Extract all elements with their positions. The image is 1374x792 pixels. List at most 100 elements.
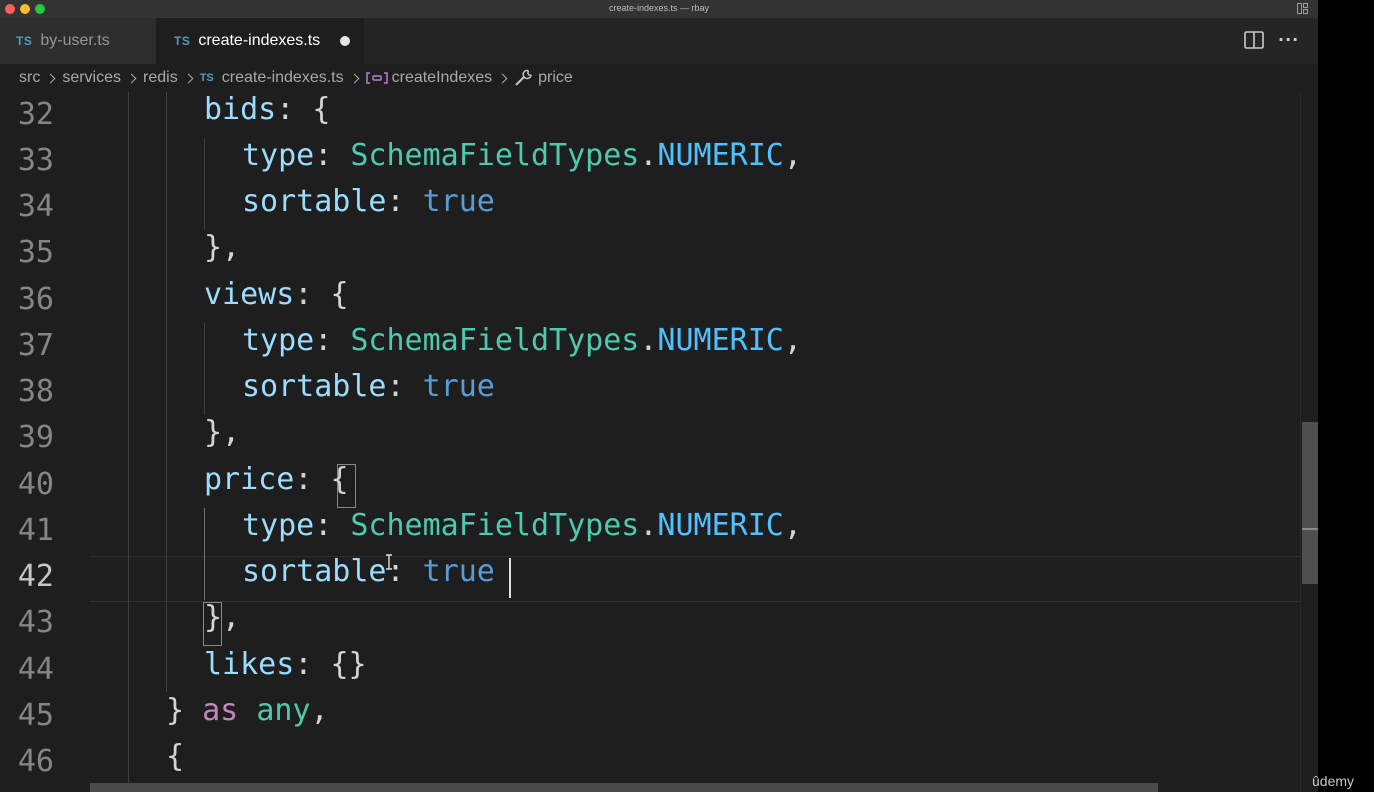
brace-token: } — [204, 600, 223, 635]
class-token: SchemaFieldTypes — [350, 138, 640, 173]
punctuation-token: : — [386, 369, 423, 404]
brace-token: { — [312, 92, 331, 127]
code-editor[interactable]: 32 33 34 35 36 37 38 39 40 41 42 43 44 4… — [0, 92, 1318, 792]
enum-member-token: NUMERIC — [657, 138, 784, 173]
code-line-36[interactable]: views: { — [204, 277, 349, 323]
property-token: likes — [204, 647, 295, 682]
code-line-33[interactable]: type: SchemaFieldTypes.NUMERIC, — [242, 138, 802, 184]
punctuation-token: : — [314, 508, 351, 543]
code-line-41[interactable]: type: SchemaFieldTypes.NUMERIC, — [242, 508, 802, 554]
chevron-right-icon — [350, 73, 360, 83]
code-line-43[interactable]: }, — [204, 600, 240, 646]
chevron-right-icon — [127, 73, 137, 83]
tab-bar: TS by-user.ts TS create-indexes.ts ··· — [0, 18, 1318, 64]
line-number: 41 — [17, 513, 54, 548]
watermark-logo: ûdemy — [1312, 773, 1355, 789]
line-number: 37 — [17, 328, 54, 363]
breadcrumb-item-services[interactable]: services — [62, 69, 121, 87]
breadcrumb-item-src[interactable]: src — [19, 69, 40, 87]
code-line-44[interactable]: likes: {} — [204, 647, 367, 693]
line-number-gutter: 32 33 34 35 36 37 38 39 40 41 42 43 44 4… — [0, 92, 90, 792]
line-number: 44 — [17, 652, 54, 687]
tab-by-user[interactable]: TS by-user.ts — [0, 18, 156, 64]
i-beam-cursor-icon — [386, 554, 392, 570]
punctuation-token: }, — [204, 415, 241, 450]
typescript-file-icon: TS — [199, 72, 214, 84]
code-line-34[interactable]: sortable: true — [242, 184, 495, 230]
property-token: bids — [204, 92, 277, 127]
line-number: 40 — [17, 467, 54, 502]
line-number: 43 — [17, 605, 54, 640]
typescript-file-icon: TS — [174, 34, 191, 48]
code-line-38[interactable]: sortable: true — [242, 369, 495, 415]
punctuation-token: . — [639, 508, 658, 543]
punctuation-token: . — [639, 138, 658, 173]
type-token: any — [256, 693, 311, 728]
punctuation-token: }, — [204, 230, 241, 265]
boolean-token: true — [422, 369, 495, 404]
breadcrumb-item-symbol[interactable]: createIndexes — [392, 69, 493, 87]
line-number: 46 — [17, 744, 54, 779]
unsaved-changes-dot-icon[interactable] — [340, 36, 350, 46]
tab-create-indexes[interactable]: TS create-indexes.ts — [156, 18, 364, 64]
boolean-token: true — [422, 184, 495, 219]
code-line-42[interactable]: sortable: true — [242, 554, 495, 600]
code-line-40[interactable]: price: { — [204, 462, 349, 508]
brace-token: {} — [330, 647, 367, 682]
property-token: sortable — [242, 184, 387, 219]
typescript-file-icon: TS — [16, 34, 33, 48]
tab-label: create-indexes.ts — [198, 32, 321, 49]
code-line-32[interactable]: bids: { — [204, 92, 330, 138]
brace-token: { — [330, 277, 349, 312]
chevron-right-icon — [498, 73, 508, 83]
horizontal-scrollbar-thumb[interactable] — [90, 783, 1158, 792]
vertical-scrollbar[interactable] — [1300, 92, 1318, 792]
line-number: 36 — [17, 282, 54, 317]
property-token: price — [204, 462, 295, 497]
layout-icon[interactable] — [1297, 3, 1308, 14]
punctuation-token: : — [386, 184, 423, 219]
editor-window: create-indexes.ts — rbay TS by-user.ts T… — [0, 0, 1318, 792]
punctuation-token: , — [783, 508, 802, 543]
enum-member-token: NUMERIC — [657, 323, 784, 358]
punctuation-token: : — [276, 92, 313, 127]
brace-token: { — [330, 462, 349, 497]
property-token: views — [204, 277, 295, 312]
code-line-39[interactable]: }, — [204, 415, 240, 461]
code-line-37[interactable]: type: SchemaFieldTypes.NUMERIC, — [242, 323, 802, 369]
line-number: 38 — [17, 374, 54, 409]
property-token: sortable — [242, 369, 387, 404]
code-line-35[interactable]: }, — [204, 230, 240, 276]
class-token: SchemaFieldTypes — [350, 508, 640, 543]
punctuation-token: : — [294, 462, 331, 497]
more-actions-icon[interactable]: ··· — [1278, 30, 1298, 50]
vertical-scrollbar-thumb[interactable] — [1302, 422, 1318, 584]
code-line-46[interactable]: { — [166, 739, 184, 785]
breadcrumb-item-redis[interactable]: redis — [143, 69, 178, 87]
punctuation-token: : — [314, 323, 351, 358]
punctuation-token: , — [310, 693, 329, 728]
punctuation-token: : — [314, 138, 351, 173]
property-token: type — [242, 323, 315, 358]
code-line-45[interactable]: } as any, — [166, 693, 329, 739]
tab-label: by-user.ts — [40, 32, 110, 49]
text-cursor — [509, 558, 511, 598]
scrollbar-cursor-marker — [1302, 528, 1318, 530]
punctuation-token: . — [639, 323, 658, 358]
punctuation-token: : — [294, 277, 331, 312]
line-number: 39 — [17, 420, 54, 455]
breadcrumb: src services redis TS create-indexes.ts … — [0, 64, 1318, 92]
wrench-icon — [514, 69, 534, 87]
breadcrumb-item-property[interactable]: price — [538, 69, 573, 87]
property-token: sortable — [242, 554, 387, 589]
boolean-token: true — [422, 554, 495, 589]
breadcrumb-item-file[interactable]: create-indexes.ts — [222, 69, 344, 87]
split-editor-icon[interactable] — [1244, 31, 1264, 49]
brace-token: { — [166, 739, 185, 774]
line-number: 34 — [17, 189, 54, 224]
code-lines[interactable]: bids: { type: SchemaFieldTypes.NUMERIC, … — [90, 92, 1300, 792]
property-token: type — [242, 138, 315, 173]
chevron-right-icon — [46, 73, 56, 83]
punctuation-token: : — [294, 647, 331, 682]
punctuation-token: , — [783, 323, 802, 358]
